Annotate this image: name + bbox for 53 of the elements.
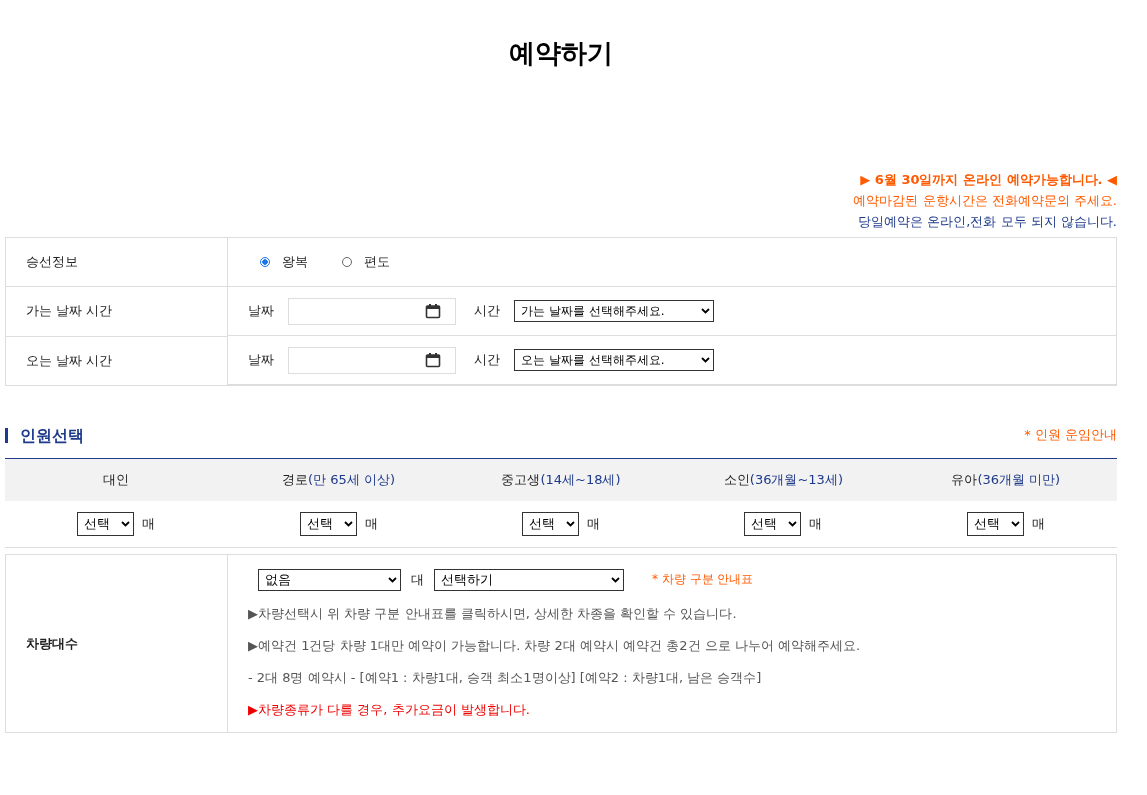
- row-label: 오는 날짜 시간: [26, 352, 113, 368]
- unit-label: 매: [587, 515, 600, 533]
- time-label: 시간: [474, 351, 500, 369]
- count-select[interactable]: 선택: [744, 512, 802, 536]
- vehicle-note: ▶차량선택시 위 차량 구분 안내표를 클릭하시면, 상세한 차종을 확인할 수 있습니다.: [248, 604, 738, 623]
- count-select[interactable]: 선택: [299, 512, 357, 536]
- vehicle-note: ▶예약건 1건당 차량 1대만 예약이 가능합니다. 차량 2대 예약시 예약건 총2건 으로 나누어 예약해주세요.: [248, 636, 862, 655]
- date-input-field[interactable]: [288, 297, 456, 325]
- chevron-down-icon: [788, 521, 798, 527]
- calendar-icon[interactable]: [425, 303, 441, 319]
- column-header: 경로(만 65세 이상): [282, 471, 396, 489]
- chevron-down-icon: [343, 521, 353, 527]
- count-select[interactable]: 선택: [522, 512, 579, 536]
- date-label: 날짜: [248, 302, 274, 320]
- time-label: 시간: [474, 302, 500, 320]
- radio-option[interactable]: 왕복: [260, 253, 308, 271]
- unit-label: 매: [364, 515, 378, 533]
- notice-text: 예약마감된 운항시간은 전화예약문의 주세요.: [853, 192, 1117, 210]
- chevron-down-icon: [701, 308, 710, 314]
- chevron-down-icon: [1010, 521, 1020, 527]
- time-select[interactable]: 가는 날짜를 선택해주세요.: [514, 300, 714, 322]
- unit-label: 매: [809, 515, 823, 533]
- date-input-field[interactable]: [288, 346, 456, 374]
- time-select[interactable]: 오는 날짜를 선택해주세요.: [514, 349, 714, 371]
- section-title: 인원선택: [5, 427, 84, 443]
- unit-label: 매: [142, 515, 156, 533]
- notice-text: ▶ 6월 30일까지 온라인 예약가능합니다. ◀: [860, 171, 1117, 189]
- chevron-down-icon: [566, 521, 575, 527]
- chevron-down-icon: [611, 576, 620, 583]
- vehicle-note: - 2대 8명 예약시 - [예약1 : 차량1대, 승객 최소1명이상] [예약2 : 차량1대, 남은 승객수]: [248, 668, 763, 687]
- notice-text: 당일예약은 온라인,전화 모두 되지 않습니다.: [858, 213, 1117, 231]
- calendar-icon[interactable]: [425, 352, 441, 368]
- unit-label: 매: [1031, 515, 1045, 533]
- column-header: 소인(36개월~13세): [723, 471, 843, 489]
- row-label: 가는 날짜 시간: [26, 303, 113, 319]
- count-select[interactable]: 선택: [966, 512, 1024, 536]
- page-title: 예약하기: [508, 37, 614, 70]
- column-header: 중고생(14세~18세): [501, 471, 621, 489]
- date-label: 날짜: [248, 351, 274, 369]
- radio-option[interactable]: 편도: [342, 253, 390, 271]
- chevron-down-icon: [388, 576, 397, 583]
- vehicle-note: ▶차량종류가 다를 경우, 추가요금이 발생합니다.: [248, 700, 531, 719]
- unit-label: 대: [411, 570, 424, 589]
- vehicle-type-select[interactable]: 선택하기: [434, 568, 624, 591]
- chevron-down-icon: [701, 357, 710, 363]
- column-header: 대인: [103, 471, 130, 489]
- row-label: 승선정보: [26, 254, 78, 269]
- vehicle-count-select[interactable]: 없음: [258, 568, 401, 591]
- column-header: 유아(36개월 미만): [951, 471, 1061, 489]
- row-label: 차량대수: [26, 635, 78, 651]
- radio-icon[interactable]: [260, 257, 270, 267]
- chevron-down-icon: [121, 521, 131, 527]
- count-select[interactable]: 선택: [77, 512, 135, 536]
